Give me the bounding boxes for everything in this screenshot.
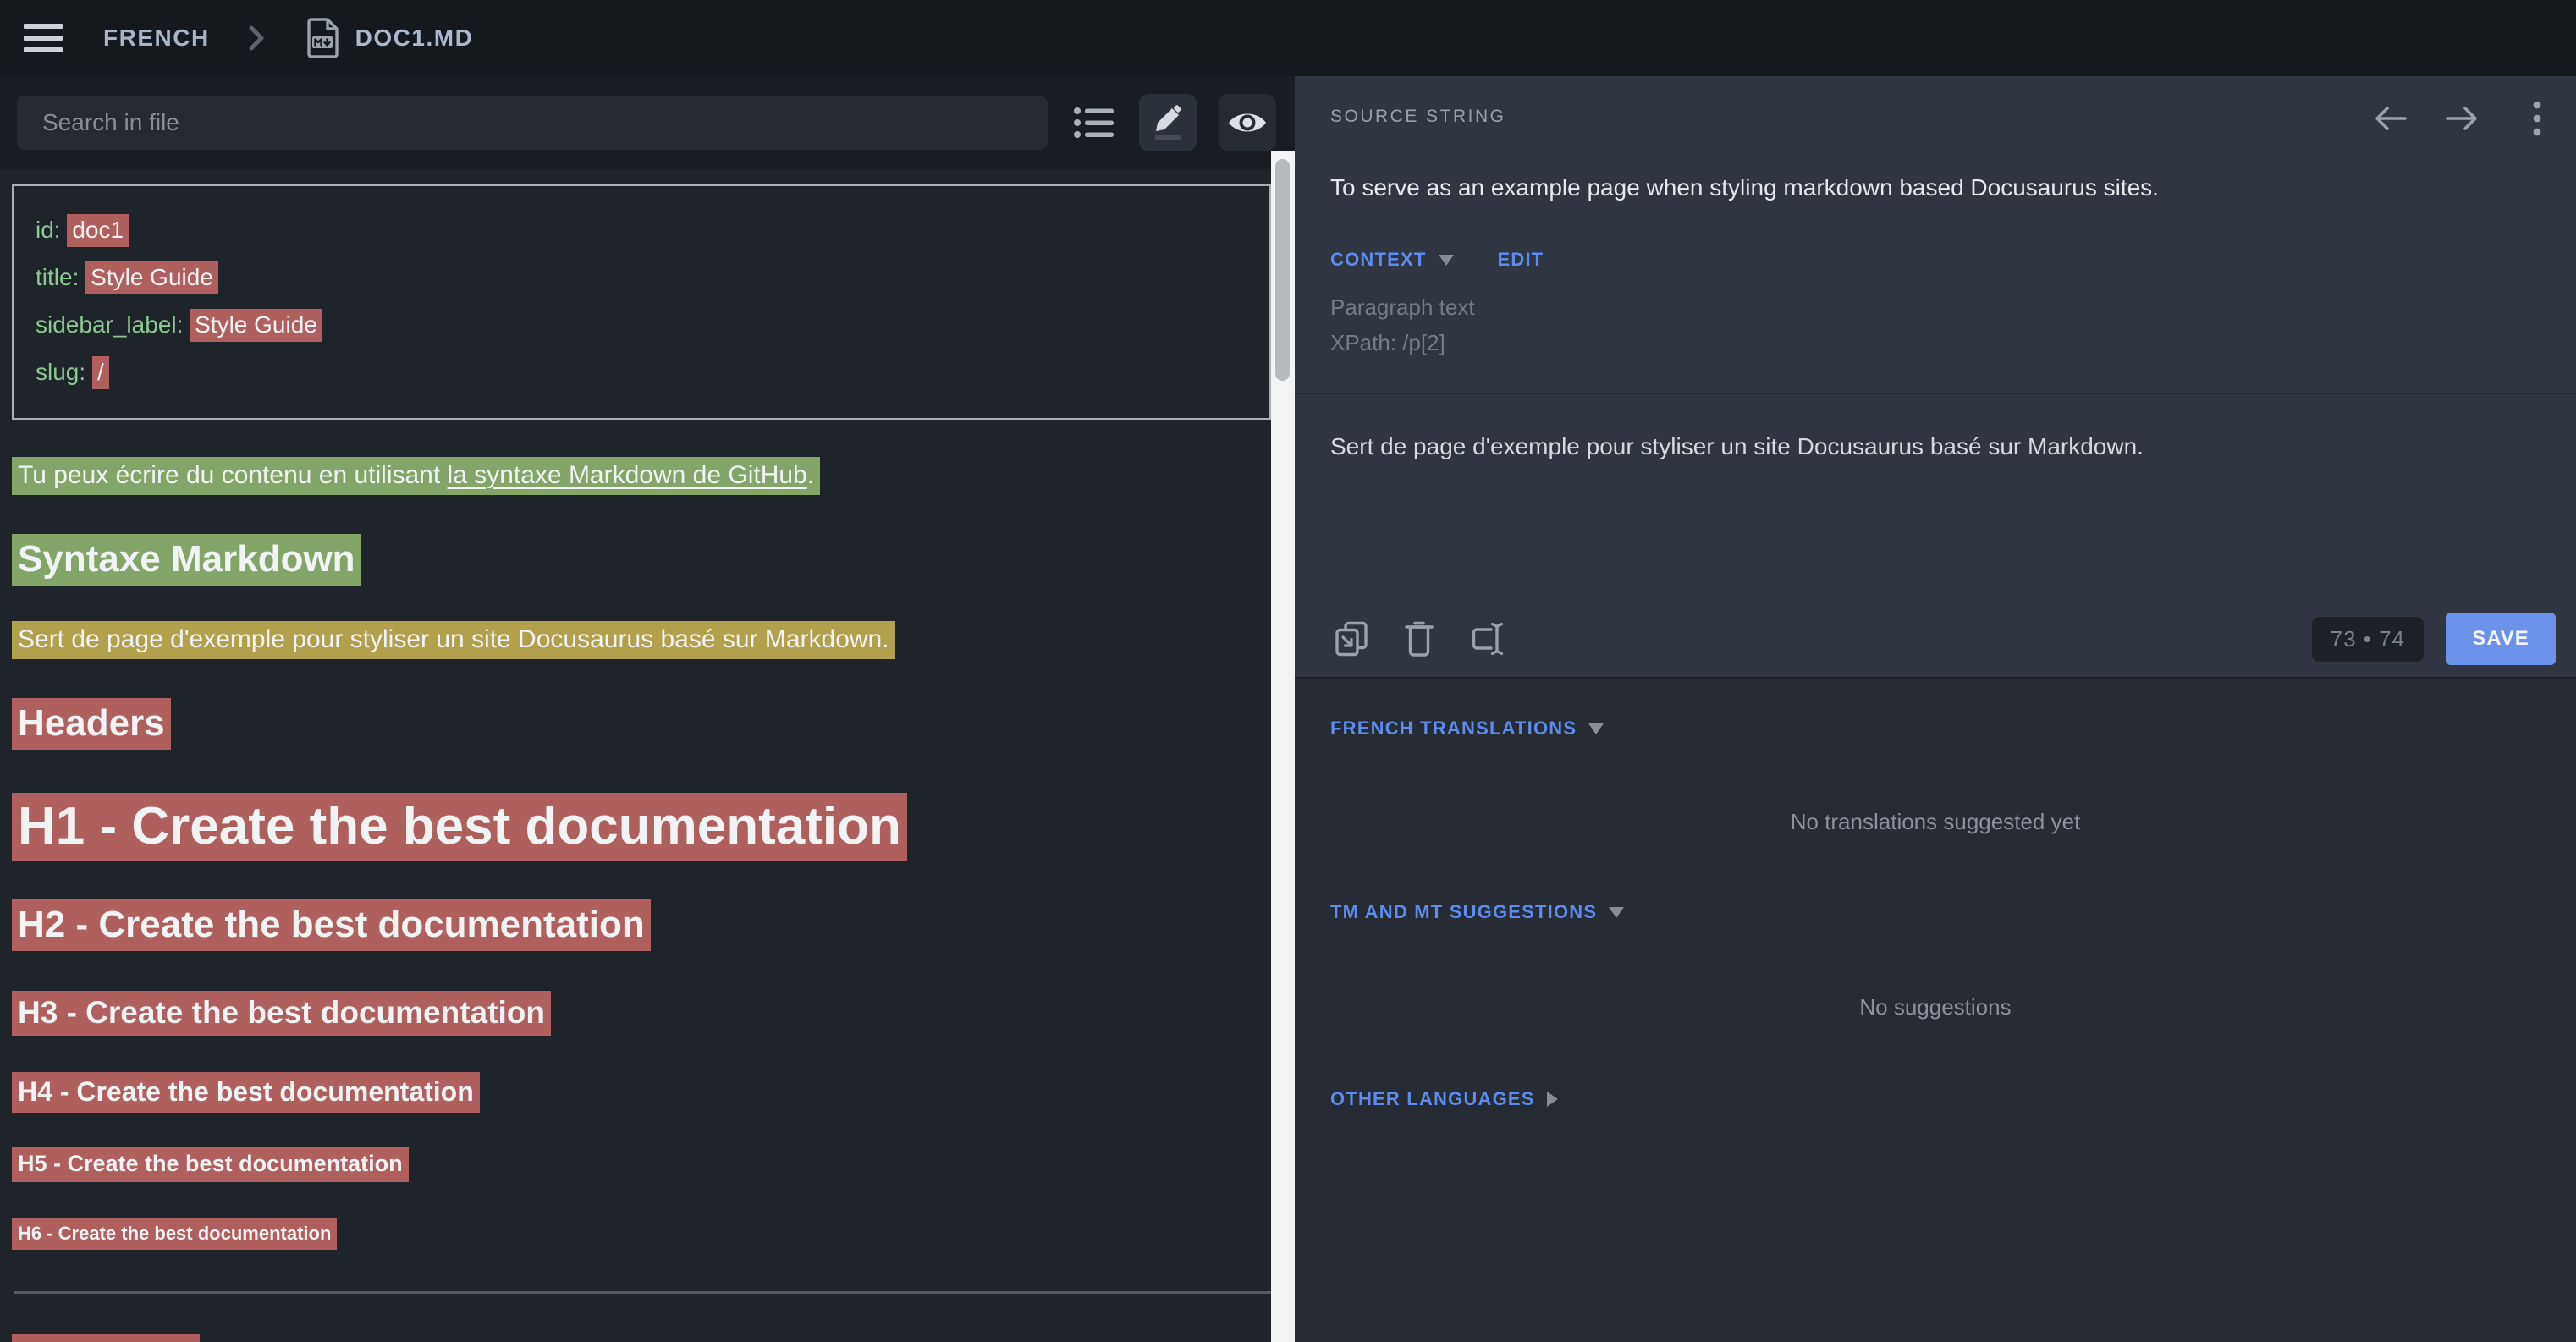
frontmatter-value-string[interactable]: Style Guide [190,309,322,342]
document-body: id: doc1title: Style Guidesidebar_label:… [0,169,1295,1342]
edit-mode-button[interactable] [1139,94,1197,151]
list-view-icon[interactable] [1073,104,1117,141]
doc-text: H6 - Create the best documentation [18,1223,331,1244]
markdown-file-icon [305,17,340,59]
source-string-section: SOURCE STRING To serve as an example pag… [1295,76,2576,679]
doc-heading-string[interactable]: H3 - Create the best documentation [12,991,551,1036]
scrollbar-track[interactable] [1271,151,1295,1342]
doc-heading-string[interactable]: H2 - Create the best documentation [12,899,651,951]
doc-heading-string[interactable]: H6 - Create the best documentation [12,1218,337,1250]
frontmatter-block: id: doc1title: Style Guidesidebar_label:… [12,184,1271,420]
doc-text: H3 - Create the best documentation [18,995,545,1030]
other-languages-toggle[interactable]: OTHER LANGUAGES [1330,1088,2576,1110]
doc-text: Tu peux écrire du contenu en utilisant [18,461,448,489]
context-xpath-text: XPath: /p[2] [1330,330,1445,356]
copy-source-icon[interactable] [1334,620,1369,657]
translations-empty-text: No translations suggested yet [1295,809,2576,835]
doc-string[interactable]: Tu peux écrire du contenu en utilisant l… [12,457,820,495]
horizontal-rule [14,1291,1280,1294]
translation-toolbar: 73 • 74 SAVE [1295,599,2576,679]
file-panel: id: doc1title: Style Guidesidebar_label:… [0,76,1295,1342]
frontmatter-value-string[interactable]: doc1 [67,214,129,247]
doc-text: H1 - Create the best documentation [18,797,901,855]
breadcrumb-file[interactable]: DOC1.MD [355,25,474,52]
doc-heading-string[interactable]: Syntaxe Markdown [12,534,361,586]
doc-text: Syntaxe Markdown [18,538,355,580]
pencil-underline-icon [1149,103,1186,142]
doc-text: Emphasis [18,1338,194,1342]
doc-string[interactable]: Sert de page d'exemple pour styliser un … [12,621,895,659]
edit-context-link[interactable]: EDIT [1498,249,1544,271]
frontmatter-key: sidebar_label: [36,311,190,338]
delete-translation-icon[interactable] [1405,620,1434,657]
menu-icon[interactable] [24,24,63,52]
translation-input[interactable]: Sert de page d'exemple pour styliser un … [1330,430,2532,464]
doc-text: Headers [18,702,165,744]
french-translations-toggle[interactable]: FRENCH TRANSLATIONS [1330,718,2576,740]
search-toolbar [0,76,1295,169]
doc-heading-string[interactable]: Emphasis [12,1334,200,1342]
suggestions-empty-text: No suggestions [1295,994,2576,1020]
doc-link[interactable]: la syntaxe Markdown de GitHub [448,461,807,489]
triangle-down-icon [1609,907,1624,918]
doc-text: H2 - Create the best documentation [18,904,645,945]
char-counter-badge: 73 • 74 [2312,617,2424,662]
context-dropdown[interactable]: CONTEXT [1330,249,1427,271]
search-input[interactable] [17,96,1048,150]
frontmatter-key: slug: [36,359,92,385]
suggestions-section: FRENCH TRANSLATIONS No translations sugg… [1295,680,2576,1342]
previous-string-button[interactable] [2371,98,2410,139]
divider [1295,393,2576,394]
doc-text: . [807,461,814,489]
triangle-down-icon [1439,255,1454,266]
doc-heading-string[interactable]: H4 - Create the best documentation [12,1072,480,1113]
source-string-text: To serve as an example page when styling… [1330,174,2159,201]
frontmatter-value-string[interactable]: / [92,356,109,389]
save-button[interactable]: SAVE [2446,613,2556,665]
preview-mode-button[interactable] [1219,94,1276,151]
frontmatter-value-string[interactable]: Style Guide [85,261,218,294]
kebab-menu-icon[interactable] [2532,98,2542,139]
context-type-text: Paragraph text [1330,294,1475,321]
scrollbar-thumb[interactable] [1275,159,1290,381]
clear-selection-icon[interactable] [1469,620,1505,657]
chevron-right-icon [245,22,267,54]
frontmatter-key: title: [36,264,85,290]
doc-text: H5 - Create the best documentation [18,1151,403,1176]
source-string-label: SOURCE STRING [1330,107,1506,127]
eye-icon [1227,108,1268,137]
next-string-button[interactable] [2442,98,2481,139]
breadcrumb-project[interactable]: FRENCH [103,25,210,52]
top-bar: FRENCH DOC1.MD [0,0,2576,76]
doc-heading-string[interactable]: H1 - Create the best documentation [12,793,907,861]
triangle-down-icon [1588,723,1604,734]
doc-heading-string[interactable]: Headers [12,698,171,750]
triangle-right-icon [1547,1092,1558,1107]
doc-text: H4 - Create the best documentation [18,1076,474,1107]
doc-heading-string[interactable]: H5 - Create the best documentation [12,1147,409,1182]
doc-text: Sert de page d'exemple pour styliser un … [18,625,889,653]
translation-panel: SOURCE STRING To serve as an example pag… [1295,76,2576,1342]
tm-mt-suggestions-toggle[interactable]: TM AND MT SUGGESTIONS [1330,901,2576,923]
frontmatter-key: id: [36,217,67,243]
